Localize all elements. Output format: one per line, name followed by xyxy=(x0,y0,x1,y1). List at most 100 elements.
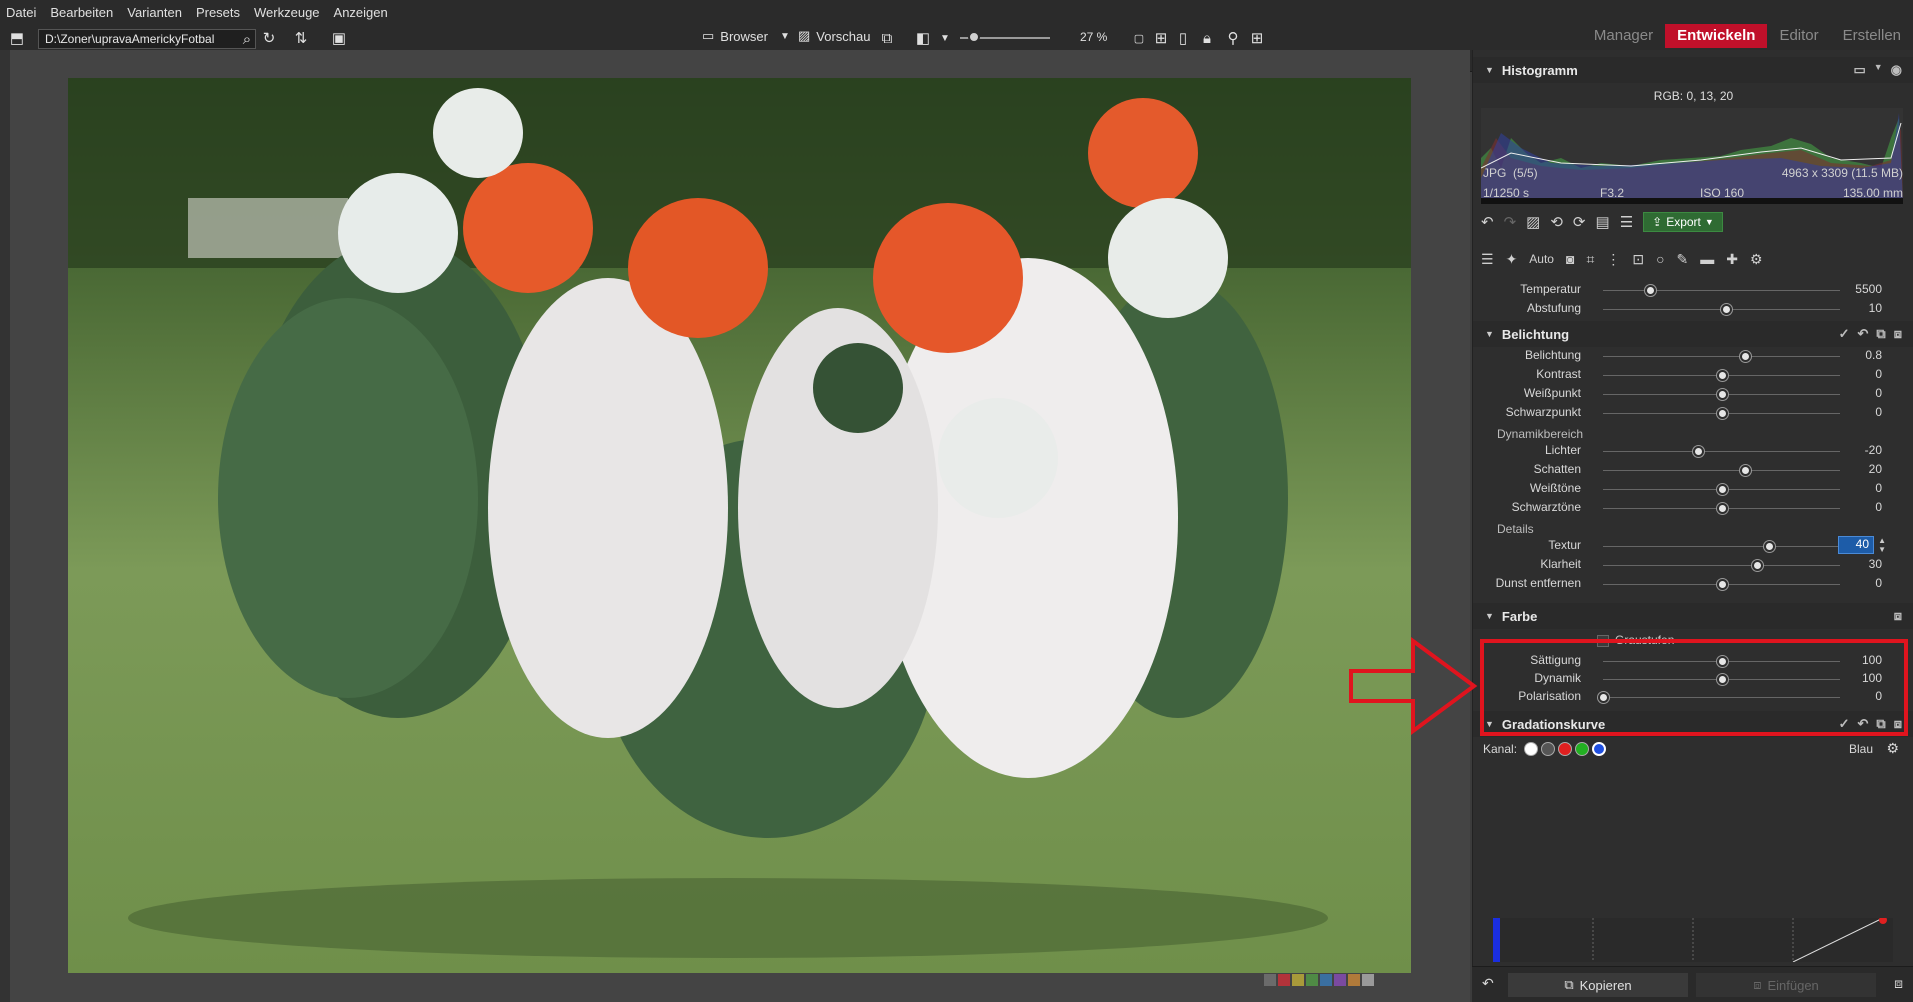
slider-value[interactable]: 0 xyxy=(1832,386,1882,400)
save-icon[interactable]: ▤ xyxy=(1596,213,1610,231)
slider-handle[interactable] xyxy=(1716,503,1728,514)
compare-icon[interactable]: ◧ xyxy=(912,27,934,49)
healing-icon[interactable]: ✚ xyxy=(1726,251,1738,268)
color-label-swatch[interactable] xyxy=(1306,974,1318,986)
tab-editor[interactable]: Editor xyxy=(1767,24,1830,48)
gear-icon[interactable]: ⚙ xyxy=(1886,740,1899,757)
slider-track[interactable] xyxy=(1603,356,1840,357)
slider-value[interactable]: 10 xyxy=(1832,301,1882,315)
image-icon[interactable]: ▨ xyxy=(1526,213,1540,231)
menu-file[interactable]: Datei xyxy=(6,5,36,20)
redo-icon[interactable]: ↷ xyxy=(1504,213,1517,231)
compare-dropdown-icon[interactable]: ▼ xyxy=(934,27,956,49)
channel-blue-dot[interactable] xyxy=(1592,742,1607,756)
slider-handle[interactable] xyxy=(1740,351,1752,362)
color-label-swatch[interactable] xyxy=(1334,974,1346,986)
slider-track[interactable] xyxy=(1603,565,1840,566)
slider-handle[interactable] xyxy=(1740,465,1752,476)
exposure-header[interactable]: ▼ Belichtung ✓ ↶ ⧉ ⧈ xyxy=(1473,321,1913,347)
reset-icon[interactable]: ↶ xyxy=(1858,326,1869,342)
layout-grid-icon[interactable]: ⊞ xyxy=(1246,27,1268,49)
slider-track[interactable] xyxy=(1603,451,1840,452)
slider-handle[interactable] xyxy=(1716,579,1728,590)
color-label-swatch[interactable] xyxy=(1348,974,1360,986)
color-label-swatch[interactable] xyxy=(1320,974,1332,986)
color-label-swatch[interactable] xyxy=(1362,974,1374,986)
clipping-icon[interactable]: ◉ xyxy=(1891,62,1902,78)
paste-settings-button[interactable]: ⧈ Einfügen xyxy=(1696,973,1876,997)
slider-value[interactable]: 5500 xyxy=(1832,282,1882,296)
fit-icon[interactable]: ⊞ xyxy=(1150,27,1172,49)
slider-handle[interactable] xyxy=(1763,541,1775,552)
brush-icon[interactable]: ✎ xyxy=(1677,251,1689,268)
copy-settings-button[interactable]: ⧉ Kopieren xyxy=(1508,973,1688,997)
channel-green-dot[interactable] xyxy=(1575,742,1590,756)
spinner-icon[interactable]: ▲ ▼ xyxy=(1878,536,1886,554)
camera-icon[interactable]: ◙ xyxy=(1566,251,1574,267)
lock-icon[interactable]: 🔒︎ xyxy=(1196,27,1218,49)
slider-handle[interactable] xyxy=(1716,370,1728,381)
slider-handle[interactable] xyxy=(1645,285,1657,296)
slider-handle[interactable] xyxy=(1716,408,1728,419)
slider-value[interactable]: 0 xyxy=(1832,405,1882,419)
photo-preview[interactable] xyxy=(68,78,1411,973)
preview-button[interactable]: ▨ Vorschau xyxy=(798,28,871,44)
folder-up-icon[interactable]: ⬒ xyxy=(6,27,28,49)
search-icon[interactable]: ⌕ xyxy=(236,28,258,50)
menu-variants[interactable]: Varianten xyxy=(127,5,182,20)
new-folder-icon[interactable]: ▣ xyxy=(328,27,350,49)
adjust-icon[interactable]: ☰ xyxy=(1620,213,1633,231)
color-label-swatch[interactable] xyxy=(1278,974,1290,986)
slider-handle[interactable] xyxy=(1692,446,1704,457)
slider-value[interactable]: 0 xyxy=(1832,367,1882,381)
slider-value[interactable]: 0 xyxy=(1832,500,1882,514)
slider-value[interactable]: 30 xyxy=(1832,557,1882,571)
slider-track[interactable] xyxy=(1603,290,1840,291)
channel-gray-dot[interactable] xyxy=(1541,742,1556,756)
channel-red-dot[interactable] xyxy=(1558,742,1573,756)
zoom-slider-handle[interactable] xyxy=(968,31,980,43)
external-window-icon[interactable]: ⧉ xyxy=(876,27,898,49)
undo-icon[interactable]: ↶ xyxy=(1481,213,1494,231)
fill-icon[interactable]: ▯ xyxy=(1172,27,1194,49)
tone-curve-graph[interactable] xyxy=(1493,918,1893,962)
histogram-header[interactable]: ▼ Histogramm ▭ ▼ ◉ xyxy=(1473,57,1913,83)
circle-filter-icon[interactable]: ○ xyxy=(1656,251,1664,267)
perspective-icon[interactable]: ⋮ xyxy=(1606,251,1620,268)
slider-handle[interactable] xyxy=(1721,304,1733,315)
copy-icon[interactable]: ⧉ xyxy=(1876,326,1885,342)
chevron-down-icon[interactable]: ▼ xyxy=(1874,62,1883,78)
browser-button[interactable]: ▭ Browser ▼ xyxy=(702,28,790,44)
menu-presets[interactable]: Presets xyxy=(196,5,240,20)
slider-handle[interactable] xyxy=(1716,389,1728,400)
menu-edit[interactable]: Bearbeiten xyxy=(50,5,113,20)
color-label-swatch[interactable] xyxy=(1292,974,1304,986)
color-label-swatch[interactable] xyxy=(1264,974,1276,986)
slider-track[interactable] xyxy=(1603,546,1840,547)
menu-tools[interactable]: Werkzeuge xyxy=(254,5,320,20)
slider-value[interactable]: -20 xyxy=(1832,443,1882,457)
gear-icon[interactable]: ⚙ xyxy=(1750,251,1763,268)
navigator-icon[interactable]: ⚲ xyxy=(1222,27,1244,49)
channel-white-dot[interactable] xyxy=(1524,742,1539,756)
color-header[interactable]: ▼ Farbe ⧈ xyxy=(1473,603,1913,629)
zoom-1to1-icon[interactable]: ▢ xyxy=(1128,27,1150,49)
slider-value-input[interactable]: 40 xyxy=(1838,536,1874,554)
slider-value[interactable]: 0 xyxy=(1832,576,1882,590)
menu-view[interactable]: Anzeigen xyxy=(334,5,388,20)
paste-icon[interactable]: ⧈ xyxy=(1894,326,1902,342)
slider-value[interactable]: 20 xyxy=(1832,462,1882,476)
reset-all-icon[interactable]: ↶ xyxy=(1482,975,1494,992)
refresh-icon[interactable]: ↻ xyxy=(258,27,280,49)
slider-handle[interactable] xyxy=(1716,484,1728,495)
slider-value[interactable]: 0.8 xyxy=(1832,348,1882,362)
export-button[interactable]: ⇪ Export ▼ xyxy=(1643,212,1723,232)
tab-manager[interactable]: Manager xyxy=(1582,24,1665,48)
sliders-icon[interactable]: ☰ xyxy=(1481,251,1494,268)
slider-track[interactable] xyxy=(1603,470,1840,471)
checkmark-icon[interactable]: ✓ xyxy=(1839,326,1850,342)
crop-icon[interactable]: ⌗ xyxy=(1586,251,1594,268)
rotate-right-icon[interactable]: ⟳ xyxy=(1573,213,1586,231)
tab-create[interactable]: Erstellen xyxy=(1831,24,1913,48)
paste-icon[interactable]: ⧈ xyxy=(1894,608,1902,624)
